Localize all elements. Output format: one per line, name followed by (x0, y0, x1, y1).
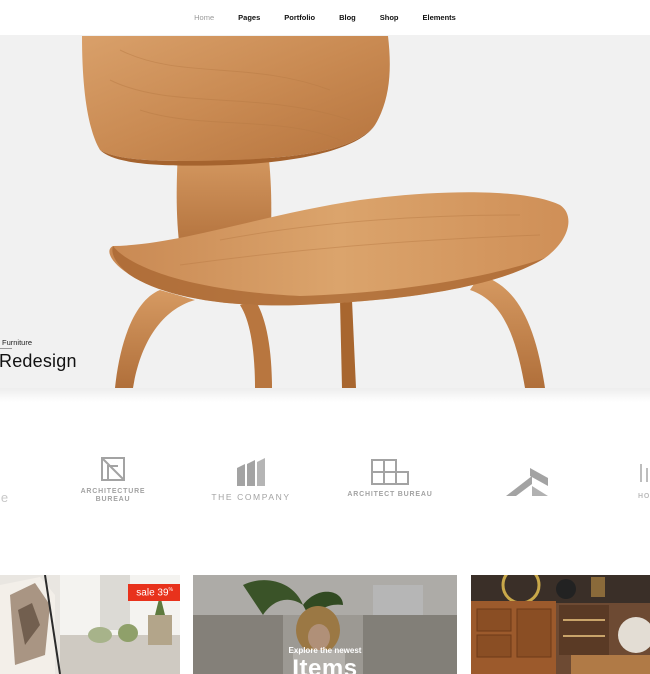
wood-cabinet-image (471, 575, 650, 674)
logo-partial-left: le (0, 490, 9, 505)
architecture-bureau-icon (101, 457, 125, 481)
nav-item-home[interactable]: Home (194, 13, 214, 22)
hero-divider (0, 348, 12, 349)
logo-chevron-mark[interactable] (504, 464, 550, 496)
hero-slider[interactable]: Furniture Redesign (0, 35, 650, 388)
nav-item-portfolio[interactable]: Portfolio (284, 13, 315, 22)
page: Home Pages Portfolio Blog Shop Elements (0, 0, 650, 674)
logo-partial-right[interactable]: HOU (632, 462, 650, 501)
product-tile-featured[interactable]: Explore the newest Items (193, 575, 457, 674)
logo-text-the-company: THE COMPANY (211, 492, 291, 502)
main-nav: Home Pages Portfolio Blog Shop Elements (0, 0, 650, 35)
featured-kicker: Explore the newest (288, 646, 362, 655)
house-logo-icon (640, 464, 648, 482)
architect-bureau-icon (371, 459, 409, 485)
sale-badge-text: sale 39 (136, 587, 169, 599)
hero-shadow (0, 388, 650, 402)
product-tile-cabinet[interactable] (471, 575, 650, 674)
the-company-icon (237, 458, 265, 486)
logo-text-bureau: BUREAU (95, 496, 131, 503)
sale-badge-suffix: % (168, 587, 173, 593)
logo-text-architect-bureau: ARCHITECT BUREAU (347, 491, 433, 498)
nav-item-pages[interactable]: Pages (238, 13, 260, 22)
nav-item-elements[interactable]: Elements (423, 13, 456, 22)
logo-architect-bureau[interactable]: ARCHITECT BUREAU (346, 459, 434, 499)
product-tiles: sale 39% Explore the newest Items (0, 575, 650, 674)
sale-badge: sale 39% (128, 584, 180, 602)
logo-text-hou: HOU (638, 493, 650, 500)
chevron-logo-icon (506, 468, 548, 496)
logo-the-company[interactable]: THE COMPANY (205, 458, 297, 501)
hero-title: Redesign (0, 351, 77, 371)
nav-item-blog[interactable]: Blog (339, 13, 356, 22)
client-logos: le ARCHITECTURE BUREAU THE COMPANY (0, 402, 650, 572)
logo-text-architecture: ARCHITECTURE (80, 488, 146, 495)
hero-kicker: Furniture (2, 338, 33, 347)
featured-title: Items (292, 655, 358, 674)
logo-architecture-bureau[interactable]: ARCHITECTURE BUREAU (80, 456, 146, 504)
chair-image (82, 36, 569, 388)
nav-item-shop[interactable]: Shop (380, 13, 399, 22)
product-tile-sale[interactable]: sale 39% (0, 575, 180, 674)
